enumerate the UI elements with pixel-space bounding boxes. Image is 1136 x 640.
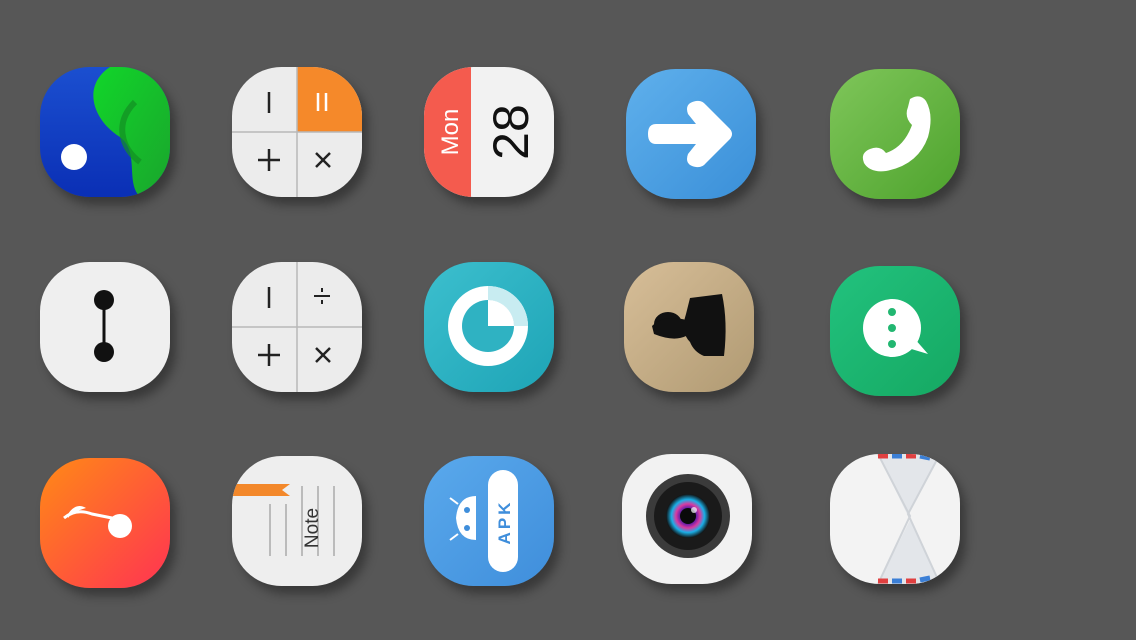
calculator-app-icon[interactable] xyxy=(232,67,362,197)
maps-app-icon[interactable] xyxy=(40,67,170,197)
calendar-date-label: 28 xyxy=(483,104,539,160)
link-app-icon[interactable] xyxy=(40,262,170,392)
cleaner-app-icon[interactable] xyxy=(40,458,170,588)
apk-label: APK xyxy=(495,500,514,545)
mail-app-icon[interactable] xyxy=(830,454,960,584)
contacts-app-icon[interactable] xyxy=(624,262,754,392)
phone-app-icon[interactable] xyxy=(830,69,960,199)
calendar-app-icon[interactable]: Mon 28 xyxy=(424,67,554,197)
calculator-alt-app-icon[interactable] xyxy=(232,262,362,392)
calendar-day-label: Mon xyxy=(437,109,464,156)
arrow-app-icon[interactable] xyxy=(626,69,756,199)
messages-app-icon[interactable] xyxy=(830,266,960,396)
apk-installer-app-icon[interactable]: APK xyxy=(424,456,554,586)
note-label: Note xyxy=(302,508,323,548)
notes-app-icon[interactable]: Note xyxy=(232,456,362,586)
timer-app-icon[interactable] xyxy=(424,262,554,392)
camera-app-icon[interactable] xyxy=(622,454,752,584)
